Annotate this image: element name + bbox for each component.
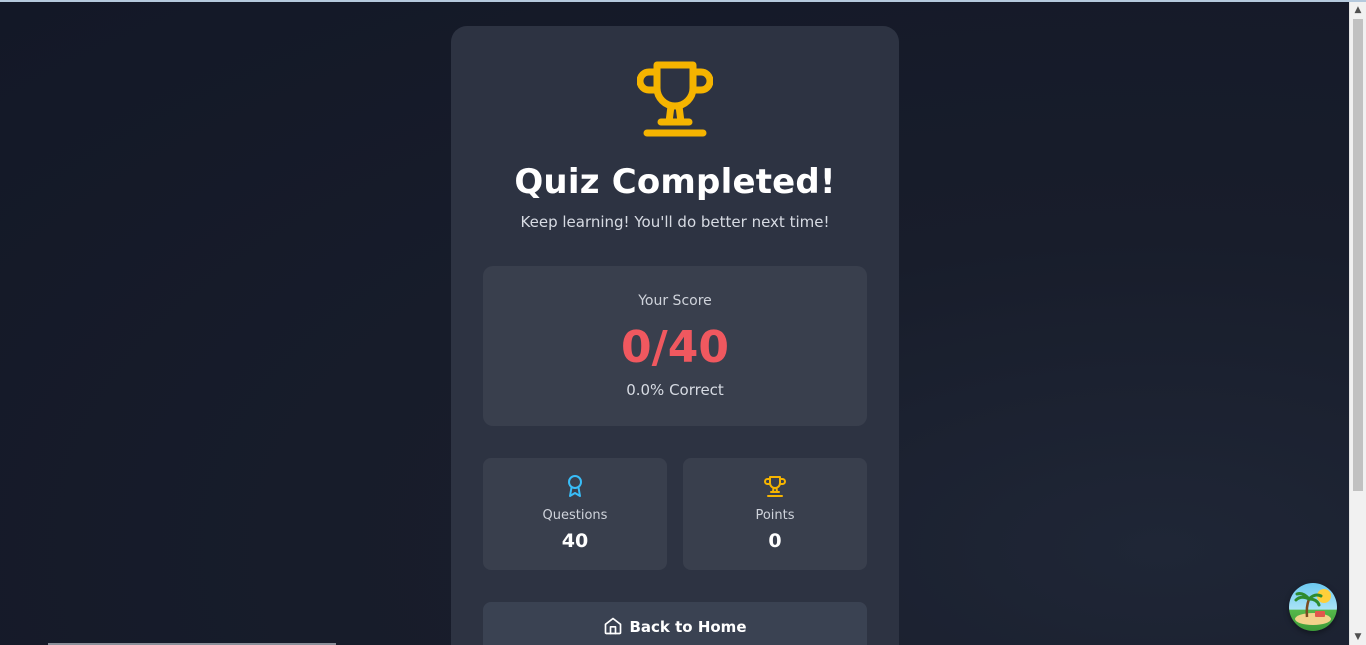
back-to-home-button[interactable]: Back to Home: [483, 602, 867, 645]
stat-value: 0: [768, 530, 782, 552]
score-percent: 0.0% Correct: [626, 381, 724, 399]
back-to-home-label: Back to Home: [629, 618, 747, 636]
result-message: Keep learning! You'll do better next tim…: [520, 213, 830, 231]
beach-island-icon: [1294, 589, 1331, 625]
scroll-down-arrow-icon[interactable]: ▼: [1350, 629, 1366, 645]
vertical-scrollbar[interactable]: ▲ ▼: [1349, 2, 1366, 645]
score-panel: Your Score 0/40 0.0% Correct: [483, 266, 867, 426]
stat-label: Points: [755, 508, 795, 523]
stat-questions: Questions 40: [483, 458, 667, 570]
quiz-result-card: Quiz Completed! Keep learning! You'll do…: [451, 26, 899, 645]
scrollbar-thumb[interactable]: [1353, 19, 1363, 491]
beach-island-button[interactable]: [1289, 583, 1337, 631]
score-value: 0/40: [621, 322, 729, 373]
stat-label: Questions: [542, 508, 608, 523]
award-icon: [568, 475, 582, 497]
trophy-icon: [637, 61, 713, 137]
home-icon: [605, 617, 622, 635]
result-title: Quiz Completed!: [514, 162, 836, 202]
score-label: Your Score: [638, 293, 712, 309]
window-top-border: [0, 0, 1366, 2]
stat-value: 40: [561, 530, 589, 552]
trophy-icon: [764, 476, 786, 497]
stat-points: Points 0: [683, 458, 867, 570]
scroll-up-arrow-icon[interactable]: ▲: [1350, 2, 1366, 18]
